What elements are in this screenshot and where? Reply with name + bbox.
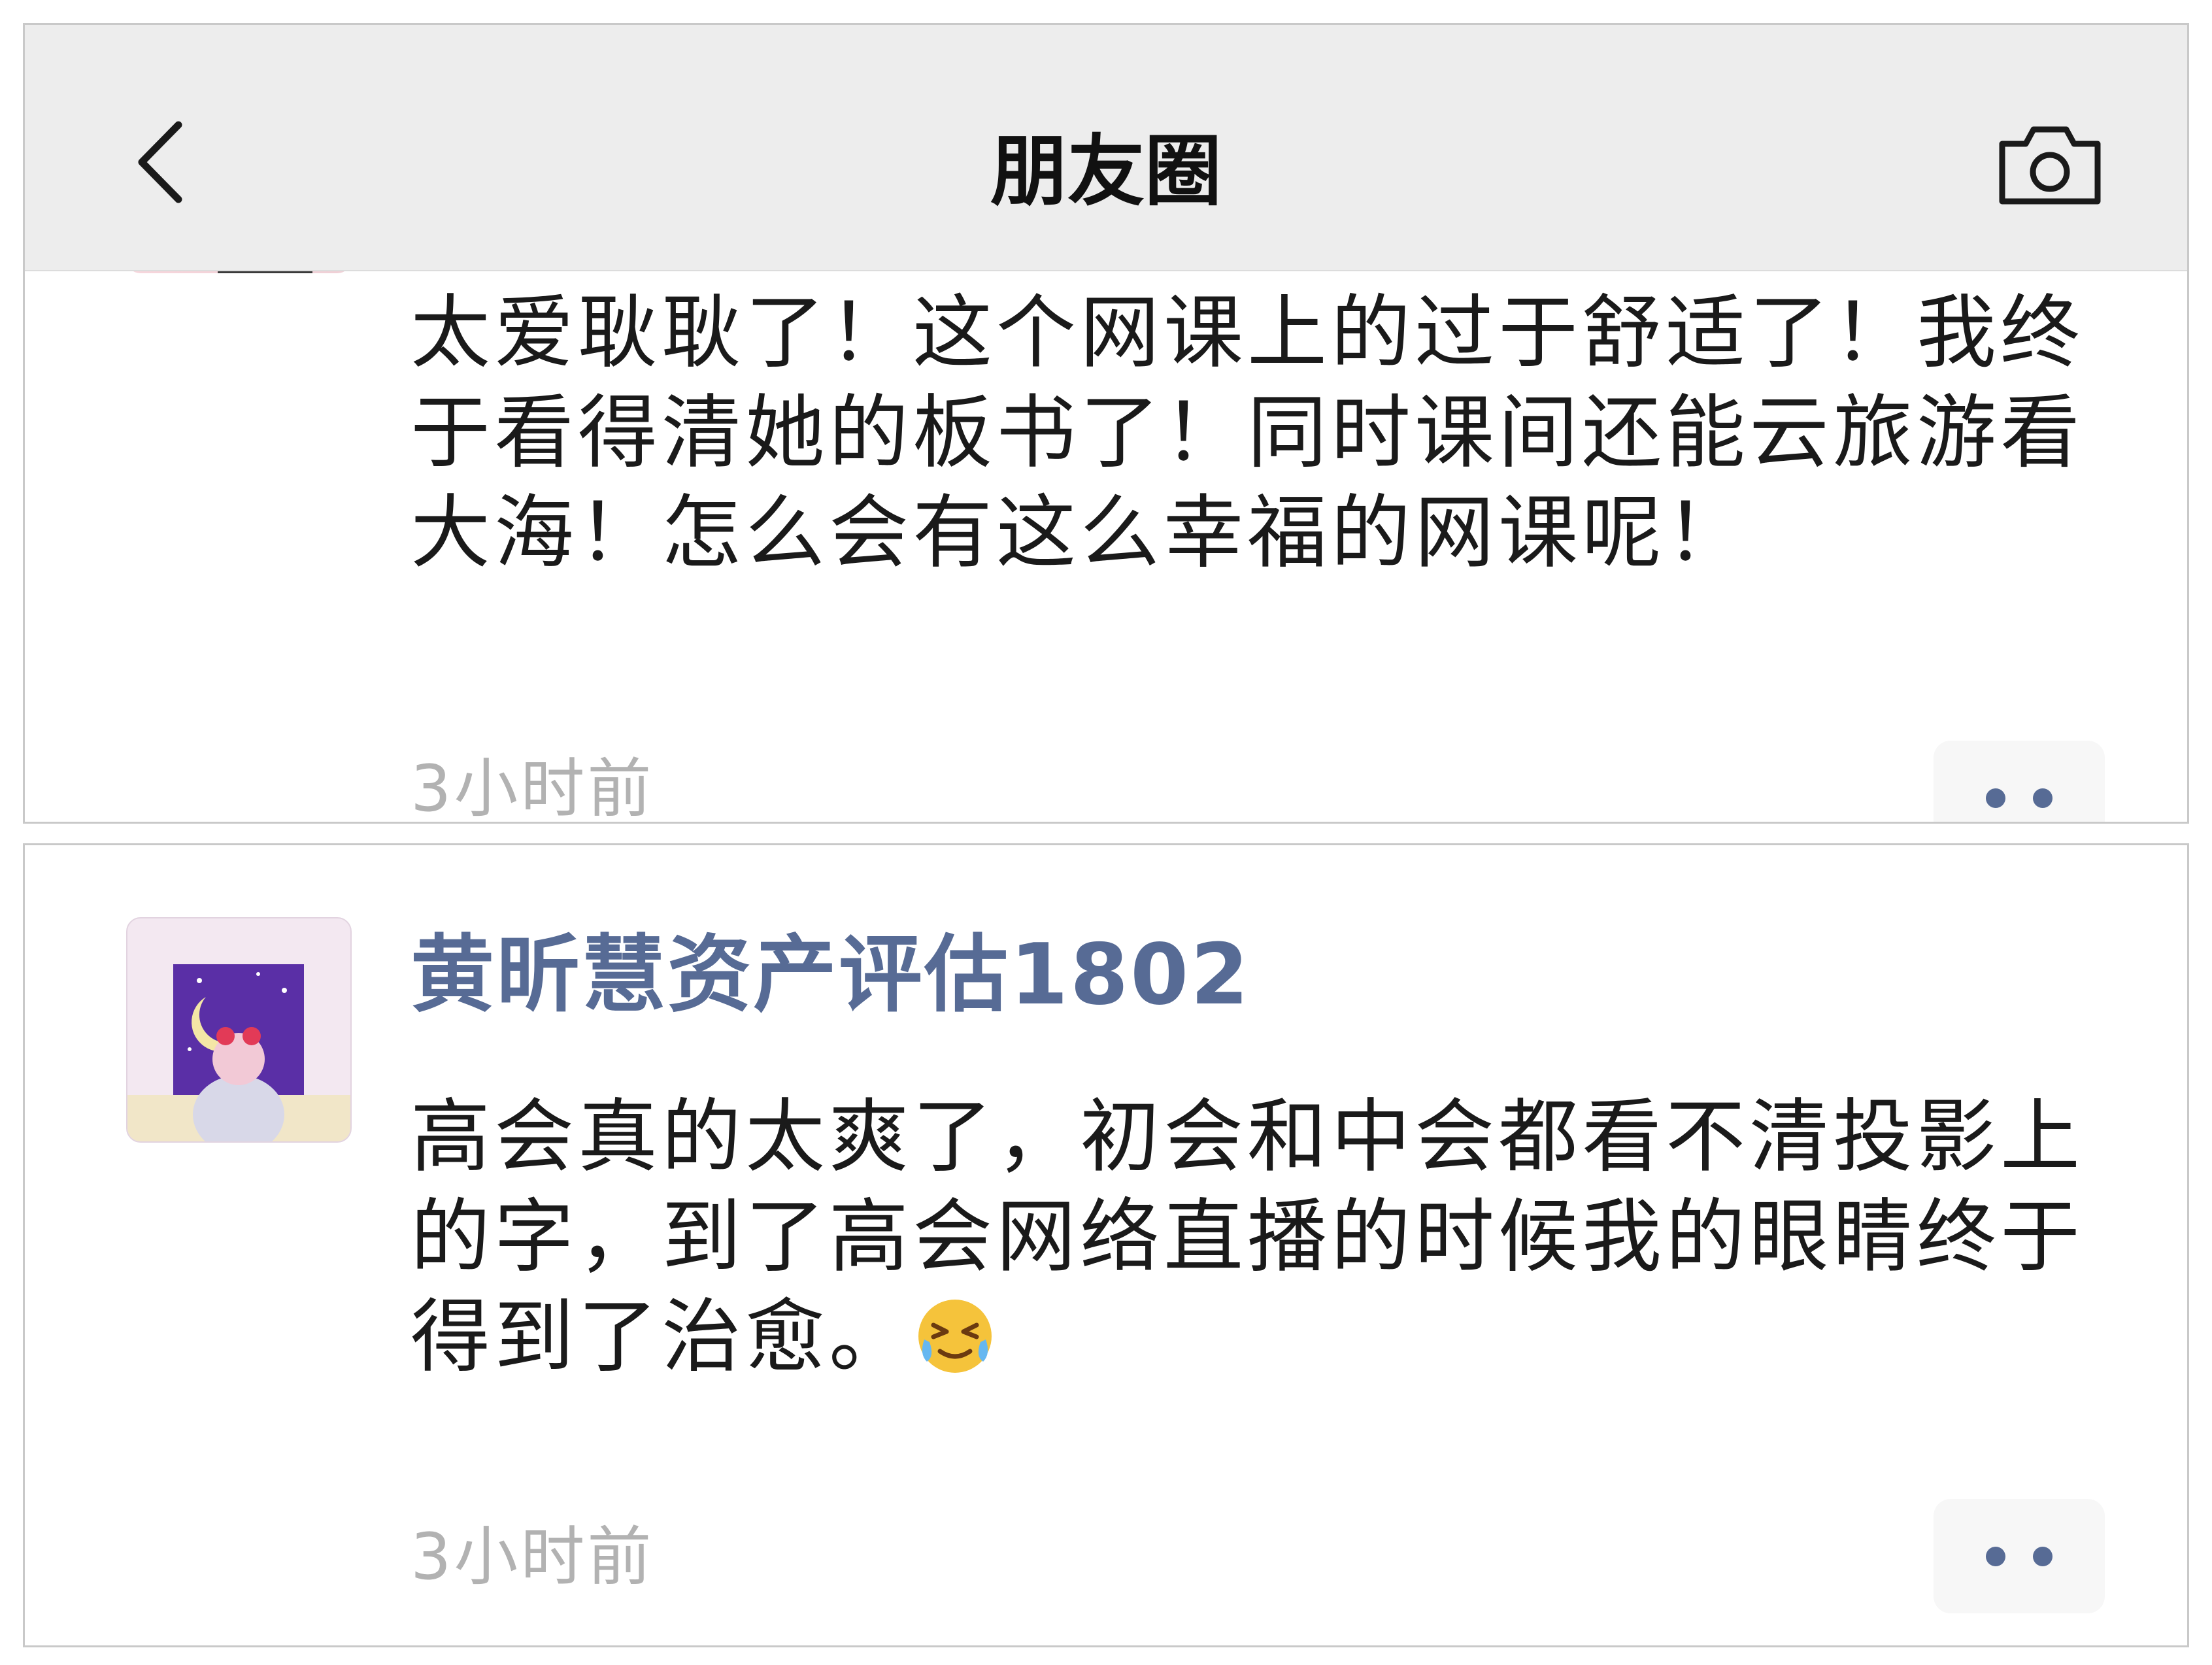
more-options-icon [2033,1546,2053,1566]
navigation-bar: 朋友圈 [25,25,2187,271]
more-options-icon [2033,788,2053,808]
laughing-crying-emoji-icon [913,1294,997,1402]
camera-button[interactable] [1991,116,2109,214]
post-timestamp: 3小时前 [411,752,654,824]
more-options-button[interactable] [1934,1499,2105,1613]
post-text: 太爱耿耿了！这个网课上的过于舒适了！我终于看得清她的板书了！同时课间还能云旅游看… [411,286,2084,579]
more-options-button[interactable] [1934,741,2105,822]
avatar[interactable] [126,917,352,1143]
moments-post-panel: 黄昕慧资产评估1802 高会真的太爽了，初会和中会都看不清投影上的字，到了高会网… [23,843,2189,1647]
post-timestamp: 3小时前 [411,1520,654,1594]
more-options-icon [1986,788,2005,808]
camera-icon [1999,126,2101,205]
moments-screen-top: 朋友圈 太爱耿耿了！这个网课上的过于舒适了！我终于看得清她的板书了！同时课间还能… [23,23,2189,824]
author-name[interactable]: 黄昕慧资产评估1802 [411,933,1250,1017]
avatar-image [127,964,350,1141]
page-title: 朋友圈 [990,126,1222,216]
post-text-content: 高会真的太爽了，初会和中会都看不清投影上的字，到了高会网络直播的时候我的眼睛终于… [411,1090,2084,1383]
more-options-icon [1986,1546,2005,1566]
post-text: 高会真的太爽了，初会和中会都看不清投影上的字，到了高会网络直播的时候我的眼睛终于… [411,1087,2110,1402]
